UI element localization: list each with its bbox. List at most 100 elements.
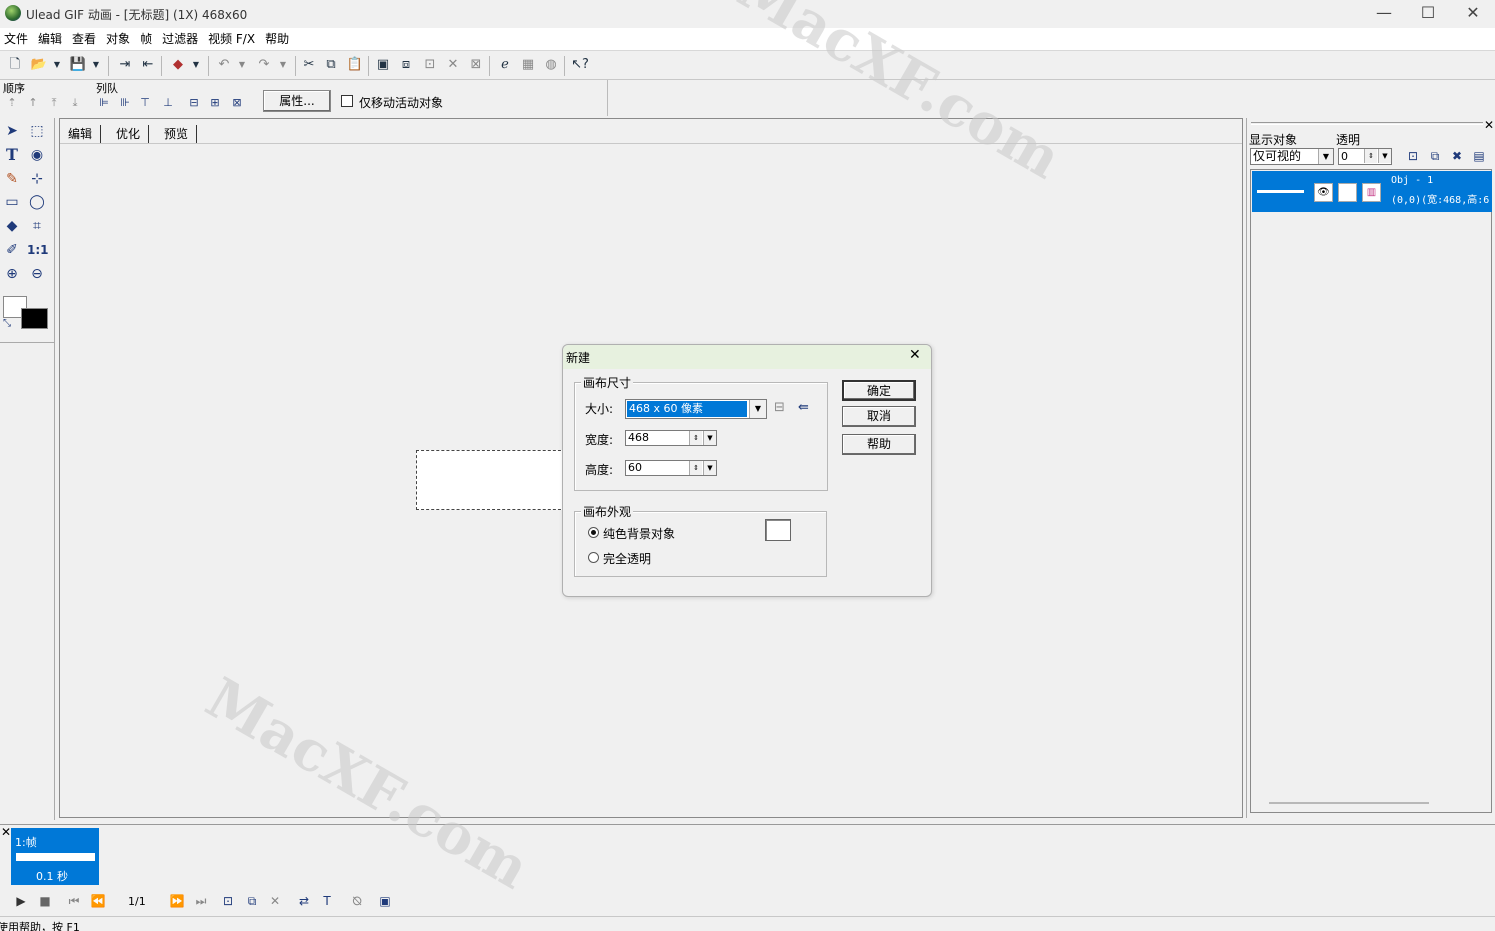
lasso-tool-icon[interactable]: ◯: [27, 192, 47, 212]
menu-view[interactable]: 查看: [70, 28, 102, 50]
color-object-icon[interactable]: ▥: [1362, 183, 1381, 202]
last-frame-icon[interactable]: ⏭: [192, 892, 210, 910]
eyedropper-tool-icon[interactable]: ✐: [2, 240, 22, 260]
center-horizontal-icon[interactable]: ⊟: [186, 95, 202, 111]
brush-tool-icon[interactable]: ✎: [2, 169, 22, 189]
minimize-button[interactable]: —: [1361, 0, 1407, 28]
align-bottom-icon[interactable]: ⊥: [160, 95, 176, 111]
grid-icon[interactable]: ▦: [519, 56, 537, 74]
foreground-color-swatch[interactable]: [21, 308, 48, 329]
order-down-icon[interactable]: ⤒: [46, 95, 62, 111]
panel-close-icon[interactable]: ✕: [1484, 118, 1494, 132]
optimize-icon[interactable]: ⊠: [467, 56, 485, 74]
tab-preview[interactable]: 预览: [156, 125, 198, 143]
open-dropdown-icon[interactable]: ▼: [51, 56, 63, 74]
align-left-icon[interactable]: ⊫: [96, 95, 112, 111]
open-file-icon[interactable]: 📂: [30, 56, 48, 74]
spinner-updown-icon[interactable]: ⇕: [689, 431, 702, 445]
menu-help[interactable]: 帮助: [263, 28, 295, 50]
new-object-icon[interactable]: ⊡: [1405, 148, 1421, 164]
play-icon[interactable]: ▶: [12, 892, 30, 910]
frame-properties-icon[interactable]: ▣: [376, 892, 394, 910]
tween-icon[interactable]: ⇄: [295, 892, 313, 910]
transform-tool-icon[interactable]: ◉: [27, 145, 47, 165]
new-file-icon[interactable]: 🗋: [6, 56, 24, 74]
frame-thumbnail[interactable]: 1:帧 0.1 秒: [11, 828, 99, 885]
zoom-in-icon[interactable]: ⊕: [2, 264, 22, 284]
remove-size-icon[interactable]: ⊟: [774, 400, 785, 415]
background-color-swatch[interactable]: [765, 519, 791, 541]
order-top-icon[interactable]: ⇡: [4, 95, 20, 111]
menu-filter[interactable]: 过滤器: [160, 28, 204, 50]
context-help-icon[interactable]: ↖?: [570, 56, 590, 74]
stop-icon[interactable]: ■: [36, 892, 54, 910]
solid-background-radio[interactable]: [588, 527, 599, 538]
order-up-icon[interactable]: ↑: [25, 95, 41, 111]
redo-icon[interactable]: ↷: [255, 56, 273, 74]
chevron-down-icon[interactable]: ▼: [1318, 149, 1333, 164]
magic-wand-tool-icon[interactable]: ⊹: [27, 169, 47, 189]
chevron-down-icon[interactable]: ▼: [749, 400, 766, 418]
swap-colors-icon[interactable]: ⤡: [3, 318, 11, 329]
canvas[interactable]: [416, 450, 566, 510]
redo-dropdown-icon[interactable]: ▼: [277, 56, 289, 74]
import-icon[interactable]: ⇥: [116, 56, 134, 74]
browser-preview-icon[interactable]: ℯ: [496, 56, 514, 74]
chevron-down-icon[interactable]: ▼: [1378, 149, 1391, 163]
duplicate-object-icon[interactable]: ⧉: [1427, 148, 1443, 164]
center-vertical-icon[interactable]: ⊞: [207, 95, 223, 111]
lock-toggle[interactable]: [1338, 183, 1357, 202]
object-row[interactable]: 👁 ▥ Obj - 1 (0,0)(宽:468,高:6: [1252, 171, 1492, 212]
help-button[interactable]: 帮助: [842, 434, 916, 455]
tab-edit[interactable]: 编辑: [60, 125, 102, 143]
next-frame-icon[interactable]: ⏩: [168, 892, 186, 910]
width-spinner[interactable]: 468 ⇕ ▼: [625, 430, 717, 446]
menu-frame[interactable]: 帧: [138, 28, 158, 50]
text-tool-icon[interactable]: T: [2, 145, 22, 165]
spinner-updown-icon[interactable]: ⇕: [689, 461, 702, 475]
ok-button[interactable]: 确定: [842, 380, 916, 401]
save-dropdown-icon[interactable]: ▼: [90, 56, 102, 74]
cancel-button[interactable]: 取消: [842, 406, 916, 427]
first-frame-icon[interactable]: ⏮: [65, 892, 83, 910]
align-top-icon[interactable]: ⊤: [137, 95, 153, 111]
web-icon[interactable]: ◍: [542, 56, 560, 74]
crop-icon[interactable]: ⊡: [421, 56, 439, 74]
menu-file[interactable]: 文件: [2, 28, 34, 50]
spinner-updown-icon[interactable]: ⇕: [1364, 149, 1377, 163]
duplicate-frame-icon[interactable]: ⧈: [397, 56, 415, 74]
delete-object-icon[interactable]: ✖: [1449, 148, 1465, 164]
menu-edit[interactable]: 编辑: [36, 28, 68, 50]
zoom-out-icon[interactable]: ⊖: [27, 264, 47, 284]
order-bottom-icon[interactable]: ⤓: [67, 95, 83, 111]
duplicate-frame-icon[interactable]: ⧉: [243, 892, 261, 910]
align-right-icon[interactable]: ⊪: [117, 95, 133, 111]
move-active-only-checkbox[interactable]: [341, 95, 353, 107]
object-properties-icon[interactable]: ▤: [1471, 148, 1487, 164]
cut-icon[interactable]: ✂: [300, 56, 318, 74]
center-both-icon[interactable]: ⊠: [229, 95, 245, 111]
transparency-spinner[interactable]: 0 ⇕ ▼: [1338, 148, 1392, 165]
eye-icon[interactable]: 👁: [1314, 183, 1333, 202]
resize-icon[interactable]: ✕: [444, 56, 462, 74]
show-objects-select[interactable]: 仅可视的 ▼: [1250, 148, 1334, 165]
add-frame-icon[interactable]: ⊡: [219, 892, 237, 910]
eraser-tool-icon[interactable]: ▭: [2, 192, 22, 212]
dialog-close-icon[interactable]: ✕: [909, 347, 921, 363]
save-icon[interactable]: 💾: [69, 56, 87, 74]
menu-object[interactable]: 对象: [104, 28, 136, 50]
tab-optimize[interactable]: 优化: [108, 125, 150, 143]
fill-tool-icon[interactable]: ◆: [2, 216, 22, 236]
add-size-icon[interactable]: ⇚: [798, 400, 809, 415]
maximize-button[interactable]: ☐: [1405, 0, 1451, 28]
color-dropdown-icon[interactable]: ▼: [190, 56, 202, 74]
transparent-radio[interactable]: [588, 552, 599, 563]
previous-frame-icon[interactable]: ⏪: [89, 892, 107, 910]
close-window-button[interactable]: ✕: [1450, 0, 1495, 28]
copy-icon[interactable]: ⧉: [322, 56, 340, 74]
paste-icon[interactable]: 📋: [346, 56, 364, 74]
undo-icon[interactable]: ↶: [215, 56, 233, 74]
frames-panel-close-icon[interactable]: ✕: [1, 825, 11, 839]
crop-tool-icon[interactable]: ⌗: [27, 216, 47, 236]
delete-frame-icon[interactable]: ✕: [266, 892, 284, 910]
